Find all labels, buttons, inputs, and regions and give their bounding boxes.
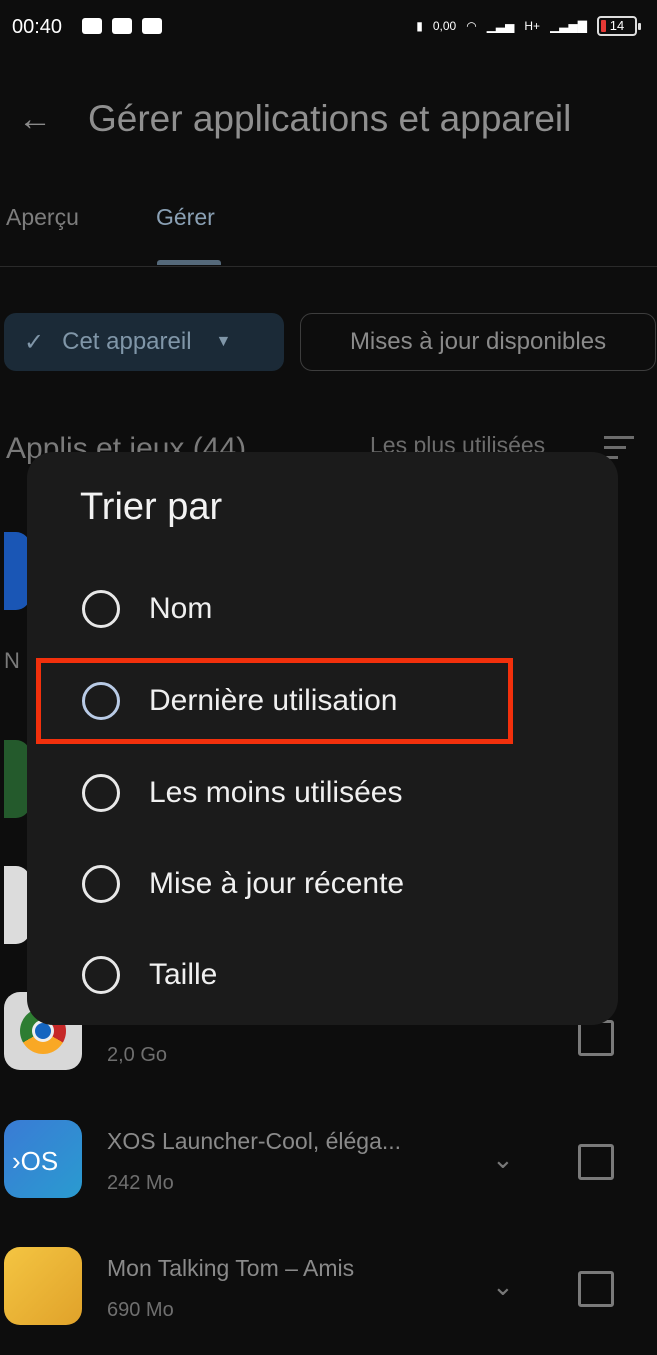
tab-apercu[interactable]: Aperçu bbox=[6, 204, 79, 231]
dialog-title: Trier par bbox=[80, 486, 223, 528]
vibrate-icon: ▮ bbox=[416, 19, 423, 33]
facebook-icon bbox=[142, 18, 162, 34]
chevron-down-icon[interactable]: ⌄ bbox=[492, 1144, 514, 1175]
app-checkbox[interactable] bbox=[578, 1271, 614, 1307]
youtube-icon bbox=[82, 18, 102, 34]
radio-button[interactable] bbox=[82, 865, 120, 903]
app-size: 242 Mo bbox=[107, 1172, 174, 1194]
status-time: 00:40 bbox=[12, 16, 63, 38]
updates-available-chip[interactable]: Mises à jour disponibles bbox=[300, 313, 656, 371]
app-header: ← Gérer applications et appareil bbox=[0, 92, 657, 152]
talking-tom-icon bbox=[4, 1247, 82, 1325]
app-row-xos-launcher[interactable]: ›OS XOS Launcher-Cool, éléga... 242 Mo ⌄ bbox=[0, 1118, 657, 1218]
app-checkbox[interactable] bbox=[578, 1144, 614, 1180]
sort-option-mise-a-jour-recente[interactable]: Mise à jour récente bbox=[27, 843, 618, 927]
page-title: Gérer applications et appareil bbox=[88, 98, 572, 139]
xos-launcher-icon: ›OS bbox=[4, 1120, 82, 1198]
chevron-down-icon[interactable]: ⌄ bbox=[492, 1271, 514, 1302]
radio-button[interactable] bbox=[82, 590, 120, 628]
signal-icon: ▁▃▅ bbox=[486, 19, 515, 33]
tab-bar: Aperçu Gérer bbox=[0, 196, 657, 267]
sort-option-moins-utilisees[interactable]: Les moins utilisées bbox=[27, 752, 618, 836]
tab-gerer[interactable]: Gérer bbox=[156, 204, 215, 231]
signal-icon-2: ▁▃▅▇ bbox=[550, 19, 587, 33]
app-size: 690 Mo bbox=[107, 1299, 174, 1321]
option-label: Mise à jour récente bbox=[149, 867, 405, 900]
option-label: Nom bbox=[149, 592, 213, 625]
device-filter-label: Cet appareil bbox=[62, 328, 192, 355]
radio-button[interactable] bbox=[82, 956, 120, 994]
device-filter-chip[interactable]: ✓ Cet appareil ▼ bbox=[4, 313, 284, 371]
highlight-box bbox=[36, 658, 513, 744]
battery-icon: 14 bbox=[597, 16, 641, 36]
app-name: XOS Launcher-Cool, éléga... bbox=[107, 1128, 402, 1154]
app-row-talking-tom[interactable]: Mon Talking Tom – Amis 690 Mo ⌄ bbox=[0, 1245, 657, 1345]
sort-option-nom[interactable]: Nom bbox=[27, 568, 618, 652]
sort-option-taille[interactable]: Taille bbox=[27, 934, 618, 1018]
dropdown-arrow-icon: ▼ bbox=[215, 333, 232, 350]
app-notification-icon bbox=[112, 18, 132, 34]
partial-text: N bbox=[4, 648, 20, 673]
app-size: 2,0 Go bbox=[107, 1044, 168, 1066]
option-label: Les moins utilisées bbox=[149, 776, 403, 809]
option-label: Taille bbox=[149, 958, 218, 991]
active-tab-indicator bbox=[157, 260, 221, 265]
app-name: Mon Talking Tom – Amis bbox=[107, 1255, 355, 1281]
network-type: H+ bbox=[524, 19, 541, 33]
radio-button[interactable] bbox=[82, 774, 120, 812]
app-checkbox[interactable] bbox=[578, 1020, 614, 1056]
back-arrow-icon[interactable]: ← bbox=[18, 100, 52, 139]
wifi-icon: ◠ bbox=[466, 19, 477, 33]
data-speed: 0,00 bbox=[432, 19, 457, 33]
status-bar: 00:40 ▮ 0,00 ◠ ▁▃▅ H+ ▁▃▅▇ 14 bbox=[0, 0, 657, 58]
check-icon: ✓ bbox=[24, 328, 45, 356]
